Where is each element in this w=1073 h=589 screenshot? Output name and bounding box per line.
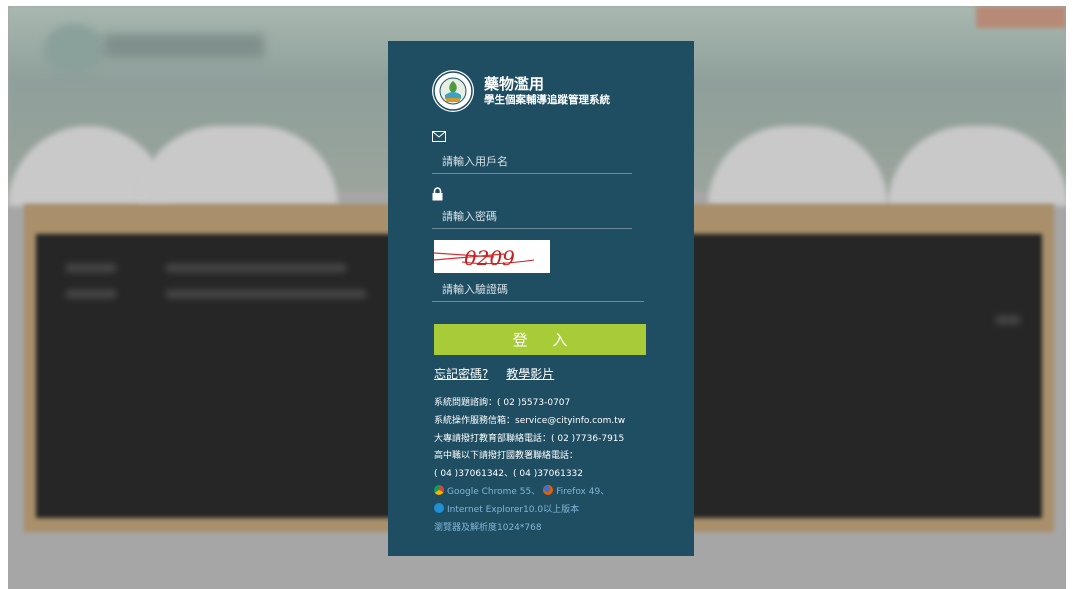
password-input[interactable] [432,204,632,229]
background-logo-text [104,34,264,58]
background-logo [44,24,104,74]
browser-support-line: Google Chrome 55、 Firefox 49、 [434,484,684,502]
contact-info: 系統問題諮詢：( 02 )5573-0707 系統操作服務信箱：service@… [434,395,684,537]
firefox-icon [543,484,554,495]
support-phone: 系統問題諮詢：( 02 )5573-0707 [434,398,571,408]
app-title: 藥物濫用 [484,75,545,94]
forgot-password-link[interactable]: 忘記密碼? [434,367,488,381]
emblem-icon [433,71,473,111]
background-text-line [166,290,366,298]
lock-icon [432,187,443,205]
background-text-line [166,264,346,272]
tutorial-video-link[interactable]: 教學影片 [506,367,554,381]
browser-resolution: 瀏覽器及解析度1024*768 [434,522,542,533]
brand: 藥物濫用 學生個案輔導追蹤管理系統 [432,70,610,112]
browser-ie-line: Internet Explorer10.0以上版本 [434,502,684,520]
captcha-input[interactable] [432,277,644,302]
chrome-icon [434,484,444,495]
support-email: 系統操作服務信箱：service@cityinfo.com.tw [434,415,626,426]
captcha-image[interactable]: 0209 [433,240,550,273]
background-text-line [996,316,1020,324]
highschool-phone-label: 高中職以下請撥打國教署聯絡電話： [434,451,579,462]
ie-icon [434,502,444,513]
university-phone: 大專請撥打教育部聯絡電話：( 02 )7736-7915 [434,433,625,444]
ministry-of-education-emblem [432,70,474,112]
browser-chrome: Google Chrome 55、 [447,486,541,497]
captcha-text: 0209 [464,246,515,270]
browser-ie: Internet Explorer10.0以上版本 [447,504,580,515]
browser-firefox: Firefox 49、 [556,486,610,497]
background-top-button [976,6,1066,28]
envelope-icon [432,131,446,146]
highschool-phone-numbers: ( 04 )37061342、( 04 )37061332 [434,469,584,480]
login-button[interactable]: 登 入 [434,324,646,355]
login-panel: 藥物濫用 學生個案輔導追蹤管理系統 0209 登 入 忘記密碼? 教學影片 系統… [388,41,694,556]
background-text-line [66,264,116,272]
app-subtitle: 學生個案輔導追蹤管理系統 [484,93,610,106]
username-input[interactable] [432,149,632,174]
background-text-line [66,290,116,298]
